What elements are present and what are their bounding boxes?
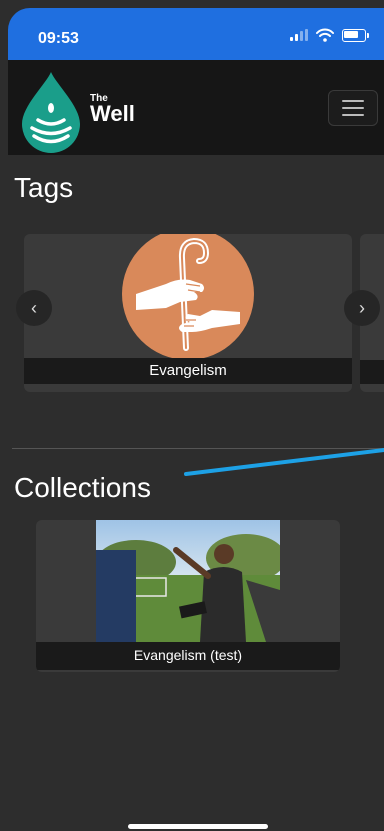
wifi-icon: [316, 28, 334, 42]
hamburger-icon: [342, 100, 364, 102]
menu-toggle-button[interactable]: [328, 90, 378, 126]
tag-image: [122, 234, 254, 360]
brand-bottom-text: Well: [90, 101, 135, 126]
home-indicator: [128, 824, 268, 829]
logo-icon[interactable]: [16, 68, 86, 154]
status-time: 09:53: [38, 30, 79, 47]
battery-icon: [342, 28, 369, 42]
brand-wordmark[interactable]: The Well: [90, 94, 135, 125]
collection-image: [96, 520, 280, 642]
chevron-left-icon: ‹: [31, 298, 37, 318]
collections-heading: Collections: [14, 472, 151, 503]
collection-photo: [96, 520, 280, 642]
carousel-prev-button[interactable]: ‹: [16, 290, 52, 326]
status-icons: [290, 28, 369, 42]
collection-card[interactable]: Evangelism (test): [36, 520, 340, 672]
collection-label: Evangelism (test): [36, 642, 340, 670]
tags-heading: Tags: [14, 172, 74, 203]
signal-icon: [290, 29, 308, 41]
section-divider: [12, 448, 384, 449]
status-bar: 09:53: [8, 8, 384, 60]
tag-label: Evangelism: [24, 358, 352, 384]
carousel-next-button[interactable]: ›: [344, 290, 380, 326]
tag-card[interactable]: Evangelism: [24, 234, 352, 392]
navbar: The Well: [8, 60, 384, 155]
chevron-right-icon: ›: [359, 298, 365, 318]
shepherd-staff-hands-icon: [136, 237, 240, 351]
